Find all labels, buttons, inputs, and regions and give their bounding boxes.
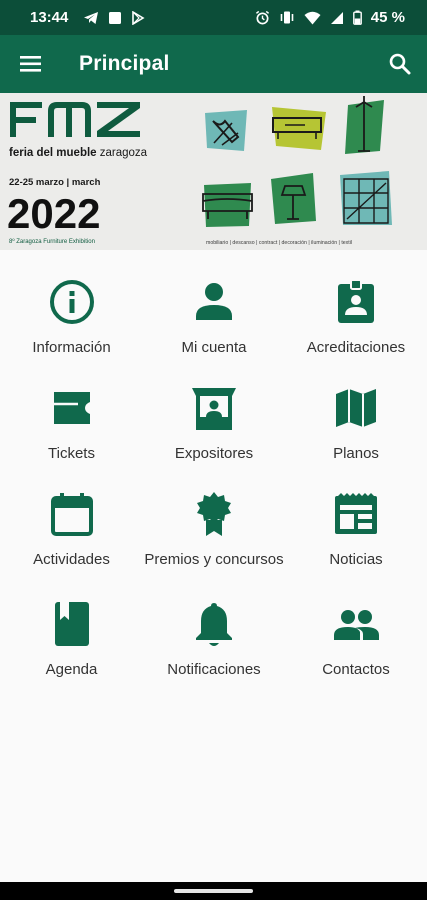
- menu-item-expositores[interactable]: Expositores: [143, 372, 285, 478]
- badge-icon: [338, 279, 374, 323]
- menu-item-label: Tickets: [48, 445, 95, 462]
- sideboard-illustration: [272, 107, 326, 150]
- shelf-illustration: [340, 171, 392, 225]
- people-icon: [334, 610, 379, 640]
- page-title: Principal: [79, 52, 170, 75]
- menu-item-contactos[interactable]: Contactos: [285, 588, 427, 694]
- menu-item-acreditaciones[interactable]: Acreditaciones: [285, 266, 427, 372]
- vibrate-icon: [280, 11, 294, 24]
- menu-item-label: Mi cuenta: [181, 339, 247, 356]
- status-time: 13:44: [30, 9, 69, 26]
- exhibitor-stand-icon: [192, 388, 236, 430]
- banner-dates: 22-25 marzo | march: [9, 177, 101, 188]
- app-bar: Principal: [0, 35, 427, 93]
- menu-item-label: Expositores: [174, 445, 254, 462]
- banner-edition: 8º Zaragoza Furniture Exhibition: [9, 238, 95, 245]
- person-icon: [196, 283, 232, 320]
- fmz-logo: [10, 102, 140, 137]
- menu-item-noticias[interactable]: Noticias: [285, 478, 427, 588]
- menu-item-planos[interactable]: Planos: [285, 372, 427, 478]
- wifi-icon: [304, 11, 321, 24]
- battery-percentage: 45 %: [370, 9, 405, 26]
- menu-item-label: Premios y concursos: [144, 551, 284, 568]
- system-navigation-bar: [0, 882, 427, 900]
- status-bar: 13:44 45 %: [0, 0, 427, 35]
- menu-item-informacion[interactable]: Información: [0, 266, 143, 372]
- menu-item-label: Planos: [333, 445, 379, 462]
- bell-icon: [196, 603, 232, 646]
- info-icon: [49, 280, 94, 324]
- menu-item-tickets[interactable]: Tickets: [0, 372, 143, 478]
- hamburger-menu-icon[interactable]: [18, 51, 44, 77]
- map-icon: [336, 389, 376, 427]
- menu-item-notificaciones[interactable]: Notificaciones: [143, 588, 285, 694]
- menu-item-actividades[interactable]: Actividades: [0, 478, 143, 588]
- menu-item-label: Agenda: [45, 661, 98, 678]
- menu-item-premios[interactable]: Premios y concursos: [143, 478, 285, 588]
- menu-item-mi-cuenta[interactable]: Mi cuenta: [143, 266, 285, 372]
- search-icon[interactable]: [387, 51, 413, 77]
- lamp-illustration: [271, 173, 316, 224]
- signal-icon: [330, 11, 343, 24]
- banner-artwork: feria del mueble zaragoza 22-25 marzo | …: [7, 96, 392, 246]
- award-icon: [197, 492, 231, 536]
- main-menu-grid: Información Mi cuenta Acreditaciones Tic…: [0, 266, 427, 694]
- calendar-icon: [50, 493, 93, 536]
- home-gesture-handle[interactable]: [174, 889, 253, 893]
- message-icon: [109, 11, 122, 24]
- menu-item-label: Noticias: [329, 551, 383, 568]
- menu-item-label: Contactos: [322, 661, 390, 678]
- battery-icon: [352, 10, 362, 25]
- newspaper-icon: [335, 493, 377, 534]
- banner-year: 2022: [7, 190, 100, 237]
- menu-item-label: Información: [32, 339, 111, 356]
- event-banner[interactable]: feria del mueble zaragoza 22-25 marzo | …: [0, 93, 427, 250]
- banner-subtitle: feria del mueble zaragoza: [9, 147, 148, 159]
- coat-rack-illustration: [345, 96, 384, 154]
- chair-illustration: [205, 110, 247, 151]
- armchair-illustration: [202, 183, 253, 227]
- menu-item-label: Notificaciones: [167, 661, 261, 678]
- play-store-icon: [132, 10, 145, 25]
- ticket-icon: [53, 392, 90, 424]
- menu-item-agenda[interactable]: Agenda: [0, 588, 143, 694]
- alarm-icon: [255, 10, 269, 25]
- menu-item-label: Acreditaciones: [306, 339, 406, 356]
- menu-item-label: Actividades: [33, 551, 110, 568]
- telegram-icon: [84, 11, 99, 24]
- banner-tags: mobiliario | descanso | contract | decor…: [206, 240, 352, 246]
- bookmark-book-icon: [54, 602, 89, 646]
